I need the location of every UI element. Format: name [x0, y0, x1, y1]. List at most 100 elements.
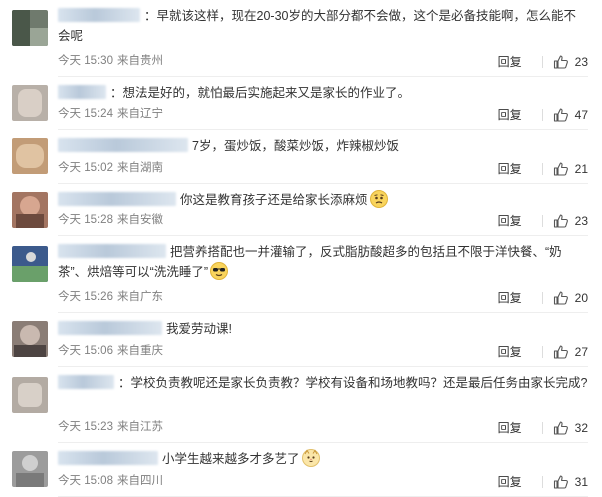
comment-item: ：早就该这样，现在20-30岁的大部分都不会做，这个是必备技能啊，怎么能不会呢 …: [0, 0, 602, 77]
comment-text: ：想法是好的，就怕最后实施起来又是家长的作业了。: [110, 86, 411, 100]
like-button[interactable]: 23: [553, 54, 588, 70]
avatar[interactable]: [12, 85, 48, 121]
divider: [541, 292, 543, 304]
comment-item: 7岁，蛋炒饭，酸菜炒饭，炸辣椒炒饭 今天 15:02 来自湖南 回复 21: [0, 130, 602, 184]
username-link[interactable]: [58, 8, 140, 22]
thumbs-up-icon: [553, 421, 568, 435]
comment-time: 今天 15:28: [58, 214, 113, 226]
reply-button[interactable]: 回复: [498, 420, 522, 436]
like-button[interactable]: 31: [553, 474, 588, 490]
avatar[interactable]: [12, 451, 48, 487]
username-link[interactable]: [58, 138, 188, 152]
thumbs-up-icon: [553, 214, 568, 228]
comment-body: ：早就该这样，现在20-30岁的大部分都不会做，这个是必备技能啊，怎么能不会呢: [58, 6, 588, 46]
comment-time: 今天 15:06: [58, 345, 113, 357]
comment-text-row: 7岁，蛋炒饭，酸菜炒饭，炸辣椒炒饭: [58, 136, 588, 156]
like-count: 27: [574, 345, 588, 359]
username-link[interactable]: [58, 244, 166, 258]
comment-time: 今天 15:30: [58, 55, 113, 67]
divider: [541, 215, 543, 227]
comment-time: 今天 15:02: [58, 162, 113, 174]
comment-list: ：早就该这样，现在20-30岁的大部分都不会做，这个是必备技能啊，怎么能不会呢 …: [0, 0, 602, 497]
comment-text-row: ：学校负责教呢还是家长负责教？学校有设备和场地教吗？还是最后任务由家长完成?: [58, 373, 588, 393]
divider: [541, 163, 543, 175]
reply-button[interactable]: 回复: [498, 474, 522, 490]
comment-body: 你这是教育孩子还是给家长添麻烦: [58, 190, 588, 210]
comment-item: 小学生越来越多才多艺了 今天 15:08 来自四川 回复 31: [0, 443, 602, 497]
comment-item: 你这是教育孩子还是给家长添麻烦 今天 15:28 来自安徽 回复 23: [0, 184, 602, 236]
comment-location: 来自重庆: [116, 345, 163, 357]
comment-actions: 回复 27: [498, 344, 588, 360]
divider: [541, 346, 543, 358]
comment-body: ：想法是好的，就怕最后实施起来又是家长的作业了。: [58, 83, 588, 103]
comment-location: 来自安徽: [116, 214, 163, 226]
divider: [541, 422, 543, 434]
comment-text: 小学生越来越多才多艺了: [162, 452, 300, 466]
comment-body: 7岁，蛋炒饭，酸菜炒饭，炸辣椒炒饭: [58, 136, 588, 156]
thumbs-up-icon: [553, 475, 568, 489]
comment-actions: 回复 31: [498, 474, 588, 490]
thumbs-up-icon: [553, 345, 568, 359]
comment-item: ：想法是好的，就怕最后实施起来又是家长的作业了。 今天 15:24 来自辽宁 回复…: [0, 77, 602, 130]
comment-text-row: ：想法是好的，就怕最后实施起来又是家长的作业了。: [58, 83, 588, 103]
thumbs-up-icon: [553, 55, 568, 69]
comment-actions: 回复 23: [498, 213, 588, 229]
thumbs-up-icon: [553, 291, 568, 305]
like-button[interactable]: 32: [553, 420, 588, 436]
comment-text-row: 小学生越来越多才多艺了: [58, 449, 588, 469]
comment-time: 今天 15:23: [58, 421, 113, 433]
comment-meta: 今天 15:08 来自四川: [58, 473, 167, 489]
reply-button[interactable]: 回复: [498, 54, 522, 70]
comment-actions: 回复 47: [498, 107, 588, 123]
comment-actions: 回复 20: [498, 290, 588, 306]
comment-actions: 回复 32: [498, 420, 588, 436]
comment-text-row: 我爱劳动课!: [58, 319, 588, 339]
reply-button[interactable]: 回复: [498, 213, 522, 229]
like-count: 31: [574, 475, 588, 489]
comment-text: 我爱劳动课!: [166, 322, 232, 336]
comment-location: 来自广东: [116, 291, 163, 303]
thumbs-up-icon: [553, 162, 568, 176]
avatar[interactable]: [12, 192, 48, 228]
like-button[interactable]: 21: [553, 161, 588, 177]
like-button[interactable]: 23: [553, 213, 588, 229]
username-link[interactable]: [58, 192, 176, 206]
comment-meta: 今天 15:30 来自贵州: [58, 53, 167, 69]
comment-meta: 今天 15:02 来自湖南: [58, 160, 167, 176]
divider: [541, 56, 543, 68]
comment-location: 来自江苏: [116, 421, 163, 433]
avatar[interactable]: [12, 138, 48, 174]
comment-actions: 回复 21: [498, 161, 588, 177]
like-count: 20: [574, 291, 588, 305]
like-button[interactable]: 47: [553, 107, 588, 123]
reply-button[interactable]: 回复: [498, 161, 522, 177]
username-link[interactable]: [58, 85, 106, 99]
comment-body: ：学校负责教呢还是家长负责教？学校有设备和场地教吗？还是最后任务由家长完成?: [58, 373, 588, 393]
username-link[interactable]: [58, 451, 158, 465]
comment-actions: 回复 23: [498, 54, 588, 70]
comment-meta: 今天 15:24 来自辽宁: [58, 106, 167, 122]
avatar[interactable]: [12, 246, 48, 282]
comment-body: 小学生越来越多才多艺了: [58, 449, 588, 469]
like-button[interactable]: 20: [553, 290, 588, 306]
comment-text-row: 你这是教育孩子还是给家长添麻烦: [58, 190, 588, 210]
comment-text: 你这是教育孩子还是给家长添麻烦: [180, 193, 368, 207]
username-link[interactable]: [58, 375, 114, 389]
divider: [541, 476, 543, 488]
reply-button[interactable]: 回复: [498, 290, 522, 306]
avatar[interactable]: [12, 377, 48, 413]
like-button[interactable]: 27: [553, 344, 588, 360]
divider: [541, 109, 543, 121]
avatar[interactable]: [12, 10, 48, 46]
avatar[interactable]: [12, 321, 48, 357]
comment-meta: 今天 15:23 来自江苏: [58, 419, 167, 435]
like-count: 23: [574, 55, 588, 69]
like-count: 32: [574, 421, 588, 435]
reply-button[interactable]: 回复: [498, 344, 522, 360]
thumbs-up-icon: [553, 108, 568, 122]
comment-location: 来自四川: [116, 475, 163, 487]
comment-text: 7岁，蛋炒饭，酸菜炒饭，炸辣椒炒饭: [192, 139, 399, 153]
username-link[interactable]: [58, 321, 162, 335]
comment-text: ：学校负责教呢还是家长负责教？学校有设备和场地教吗？还是最后任务由家长完成?: [118, 376, 588, 390]
reply-button[interactable]: 回复: [498, 107, 522, 123]
